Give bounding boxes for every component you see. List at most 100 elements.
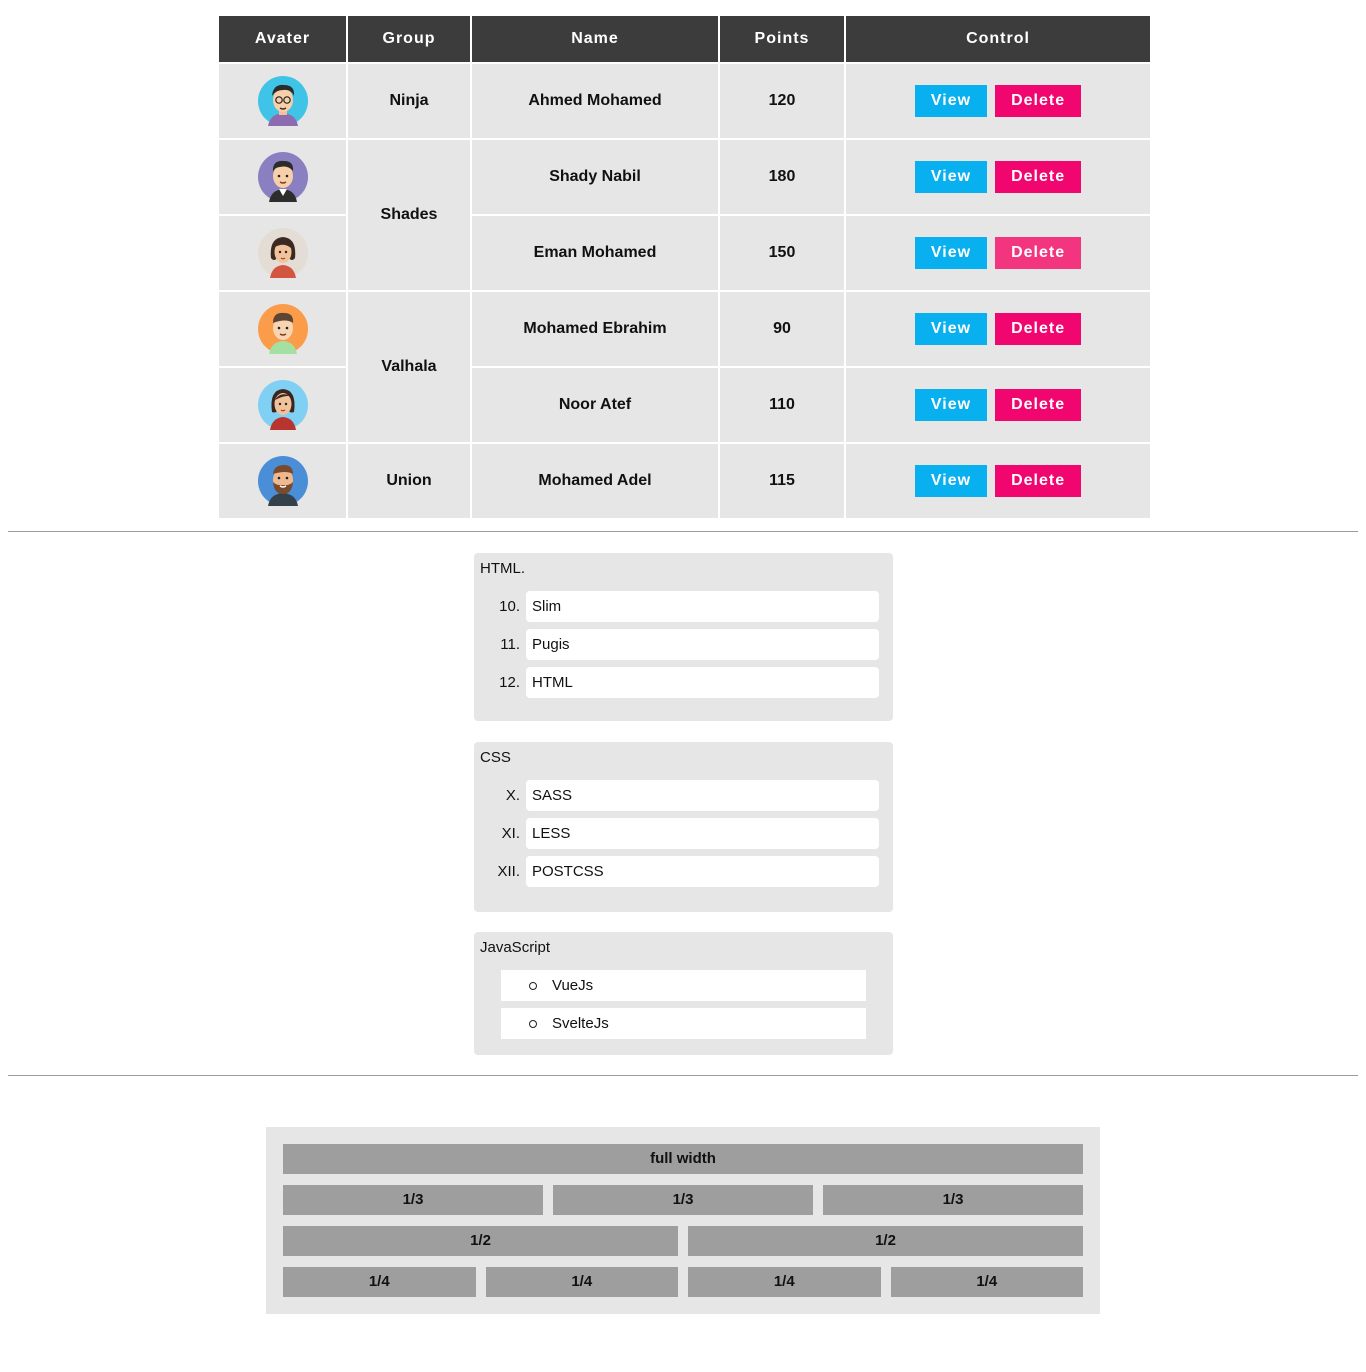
- avatar-purple-man-icon: [257, 152, 308, 202]
- list-item: X. SASS: [480, 780, 879, 811]
- grid-row: 1/3 1/3 1/3: [283, 1185, 1083, 1215]
- grid-row: full width: [283, 1144, 1083, 1174]
- avatar-blue-woman-icon: [257, 380, 308, 430]
- avatar-woman-icon: [257, 228, 308, 278]
- control-cell: View Delete: [846, 292, 1150, 366]
- circle-bullet-icon: [529, 981, 537, 990]
- list-item: SvelteJs: [501, 1008, 866, 1039]
- list-item: 12. HTML: [480, 667, 879, 698]
- list-number: 11.: [500, 636, 520, 653]
- name-cell: Mohamed Ebrahim: [472, 292, 718, 366]
- grid-cell-quarter: 1/4: [283, 1267, 476, 1297]
- delete-button[interactable]: Delete: [995, 389, 1082, 421]
- list-item: 10. Slim: [480, 591, 879, 622]
- css-list-box: CSS X. SASS XI. LESS XII. POSTCSS: [474, 742, 893, 912]
- delete-button[interactable]: Delete: [995, 237, 1082, 269]
- table-row: Ninja Ahmed Mohamed 120 View Delete: [219, 64, 1150, 138]
- header-points: Points: [720, 16, 844, 62]
- list-number: 12.: [499, 674, 520, 691]
- avatar-bearded-man-icon: [257, 456, 308, 506]
- view-button[interactable]: View: [914, 237, 988, 269]
- list-item-text: VueJs: [552, 977, 594, 994]
- avatar-cell: [219, 444, 346, 518]
- points-cell: 120: [720, 64, 844, 138]
- avatar-cell: [219, 64, 346, 138]
- delete-button[interactable]: Delete: [995, 313, 1082, 345]
- avatar-orange-man-icon: [257, 304, 308, 354]
- list-item-text: LESS: [526, 818, 879, 849]
- grid-cell-full: full width: [283, 1144, 1083, 1174]
- list-item: VueJs: [501, 970, 866, 1001]
- circle-bullet-icon: [529, 1019, 537, 1028]
- html-list-box: HTML. 10. Slim 11. Pugis 12. HTML: [474, 553, 893, 721]
- list-number: X.: [505, 787, 520, 804]
- avatar-cell: [219, 292, 346, 366]
- list-number: XII.: [497, 863, 520, 880]
- grid-cell-third: 1/3: [823, 1185, 1083, 1215]
- name-cell: Noor Atef: [472, 368, 718, 442]
- delete-button[interactable]: Delete: [995, 161, 1082, 193]
- js-list-title: JavaScript: [480, 939, 551, 956]
- avatar-glasses-man-icon: [257, 76, 308, 126]
- grid-row: 1/2 1/2: [283, 1226, 1083, 1256]
- grid-row: 1/4 1/4 1/4 1/4: [283, 1267, 1083, 1297]
- name-cell: Ahmed Mohamed: [472, 64, 718, 138]
- avatar-cell: [219, 368, 346, 442]
- name-cell: Eman Mohamed: [472, 216, 718, 290]
- points-cell: 90: [720, 292, 844, 366]
- list-item-text: Pugis: [526, 629, 879, 660]
- list-item-text: Slim: [526, 591, 879, 622]
- control-cell: View Delete: [846, 64, 1150, 138]
- header-group: Group: [348, 16, 470, 62]
- header-control: Control: [846, 16, 1150, 62]
- delete-button[interactable]: Delete: [995, 85, 1082, 117]
- group-cell: Valhala: [348, 292, 470, 442]
- name-cell: Mohamed Adel: [472, 444, 718, 518]
- view-button[interactable]: View: [914, 313, 988, 345]
- points-cell: 180: [720, 140, 844, 214]
- control-cell: View Delete: [846, 216, 1150, 290]
- header-avatar: Avater: [219, 16, 346, 62]
- control-cell: View Delete: [846, 444, 1150, 518]
- avatar-cell: [219, 140, 346, 214]
- grid-cell-quarter: 1/4: [890, 1267, 1083, 1297]
- users-table: Avater Group Name Points Control Ninja A…: [217, 14, 1152, 520]
- list-item: XI. LESS: [480, 818, 879, 849]
- grid-cell-half: 1/2: [283, 1226, 678, 1256]
- list-number: XI.: [501, 825, 520, 842]
- delete-button[interactable]: Delete: [995, 465, 1082, 497]
- view-button[interactable]: View: [914, 389, 988, 421]
- list-item-text: SvelteJs: [552, 1015, 609, 1032]
- control-cell: View Delete: [846, 140, 1150, 214]
- grid-demo: full width 1/3 1/3 1/3 1/2 1/2 1/4 1/4 1…: [266, 1127, 1100, 1314]
- grid-cell-quarter: 1/4: [688, 1267, 881, 1297]
- list-number: 10.: [499, 598, 520, 615]
- table-row: Union Mohamed Adel 115 View Delete: [219, 444, 1150, 518]
- js-list-box: JavaScript VueJs SvelteJs: [474, 932, 893, 1055]
- control-cell: View Delete: [846, 368, 1150, 442]
- divider: [8, 1075, 1358, 1076]
- points-cell: 150: [720, 216, 844, 290]
- view-button[interactable]: View: [914, 85, 988, 117]
- grid-cell-half: 1/2: [688, 1226, 1083, 1256]
- view-button[interactable]: View: [914, 465, 988, 497]
- grid-cell-quarter: 1/4: [485, 1267, 678, 1297]
- name-cell: Shady Nabil: [472, 140, 718, 214]
- view-button[interactable]: View: [914, 161, 988, 193]
- grid-cell-third: 1/3: [553, 1185, 813, 1215]
- list-item-text: HTML: [526, 667, 879, 698]
- header-name: Name: [472, 16, 718, 62]
- list-item-text: SASS: [526, 780, 879, 811]
- group-cell: Shades: [348, 140, 470, 290]
- points-cell: 115: [720, 444, 844, 518]
- html-list-title: HTML.: [480, 560, 525, 577]
- list-item: XII. POSTCSS: [480, 856, 879, 887]
- list-item-text: POSTCSS: [526, 856, 879, 887]
- group-cell: Union: [348, 444, 470, 518]
- avatar-cell: [219, 216, 346, 290]
- css-list-title: CSS: [480, 749, 511, 766]
- list-item: 11. Pugis: [480, 629, 879, 660]
- table-row: Shades Shady Nabil 180 View Delete: [219, 140, 1150, 290]
- grid-cell-third: 1/3: [283, 1185, 543, 1215]
- table-row: Valhala Mohamed Ebrahim 90 View Delete: [219, 292, 1150, 442]
